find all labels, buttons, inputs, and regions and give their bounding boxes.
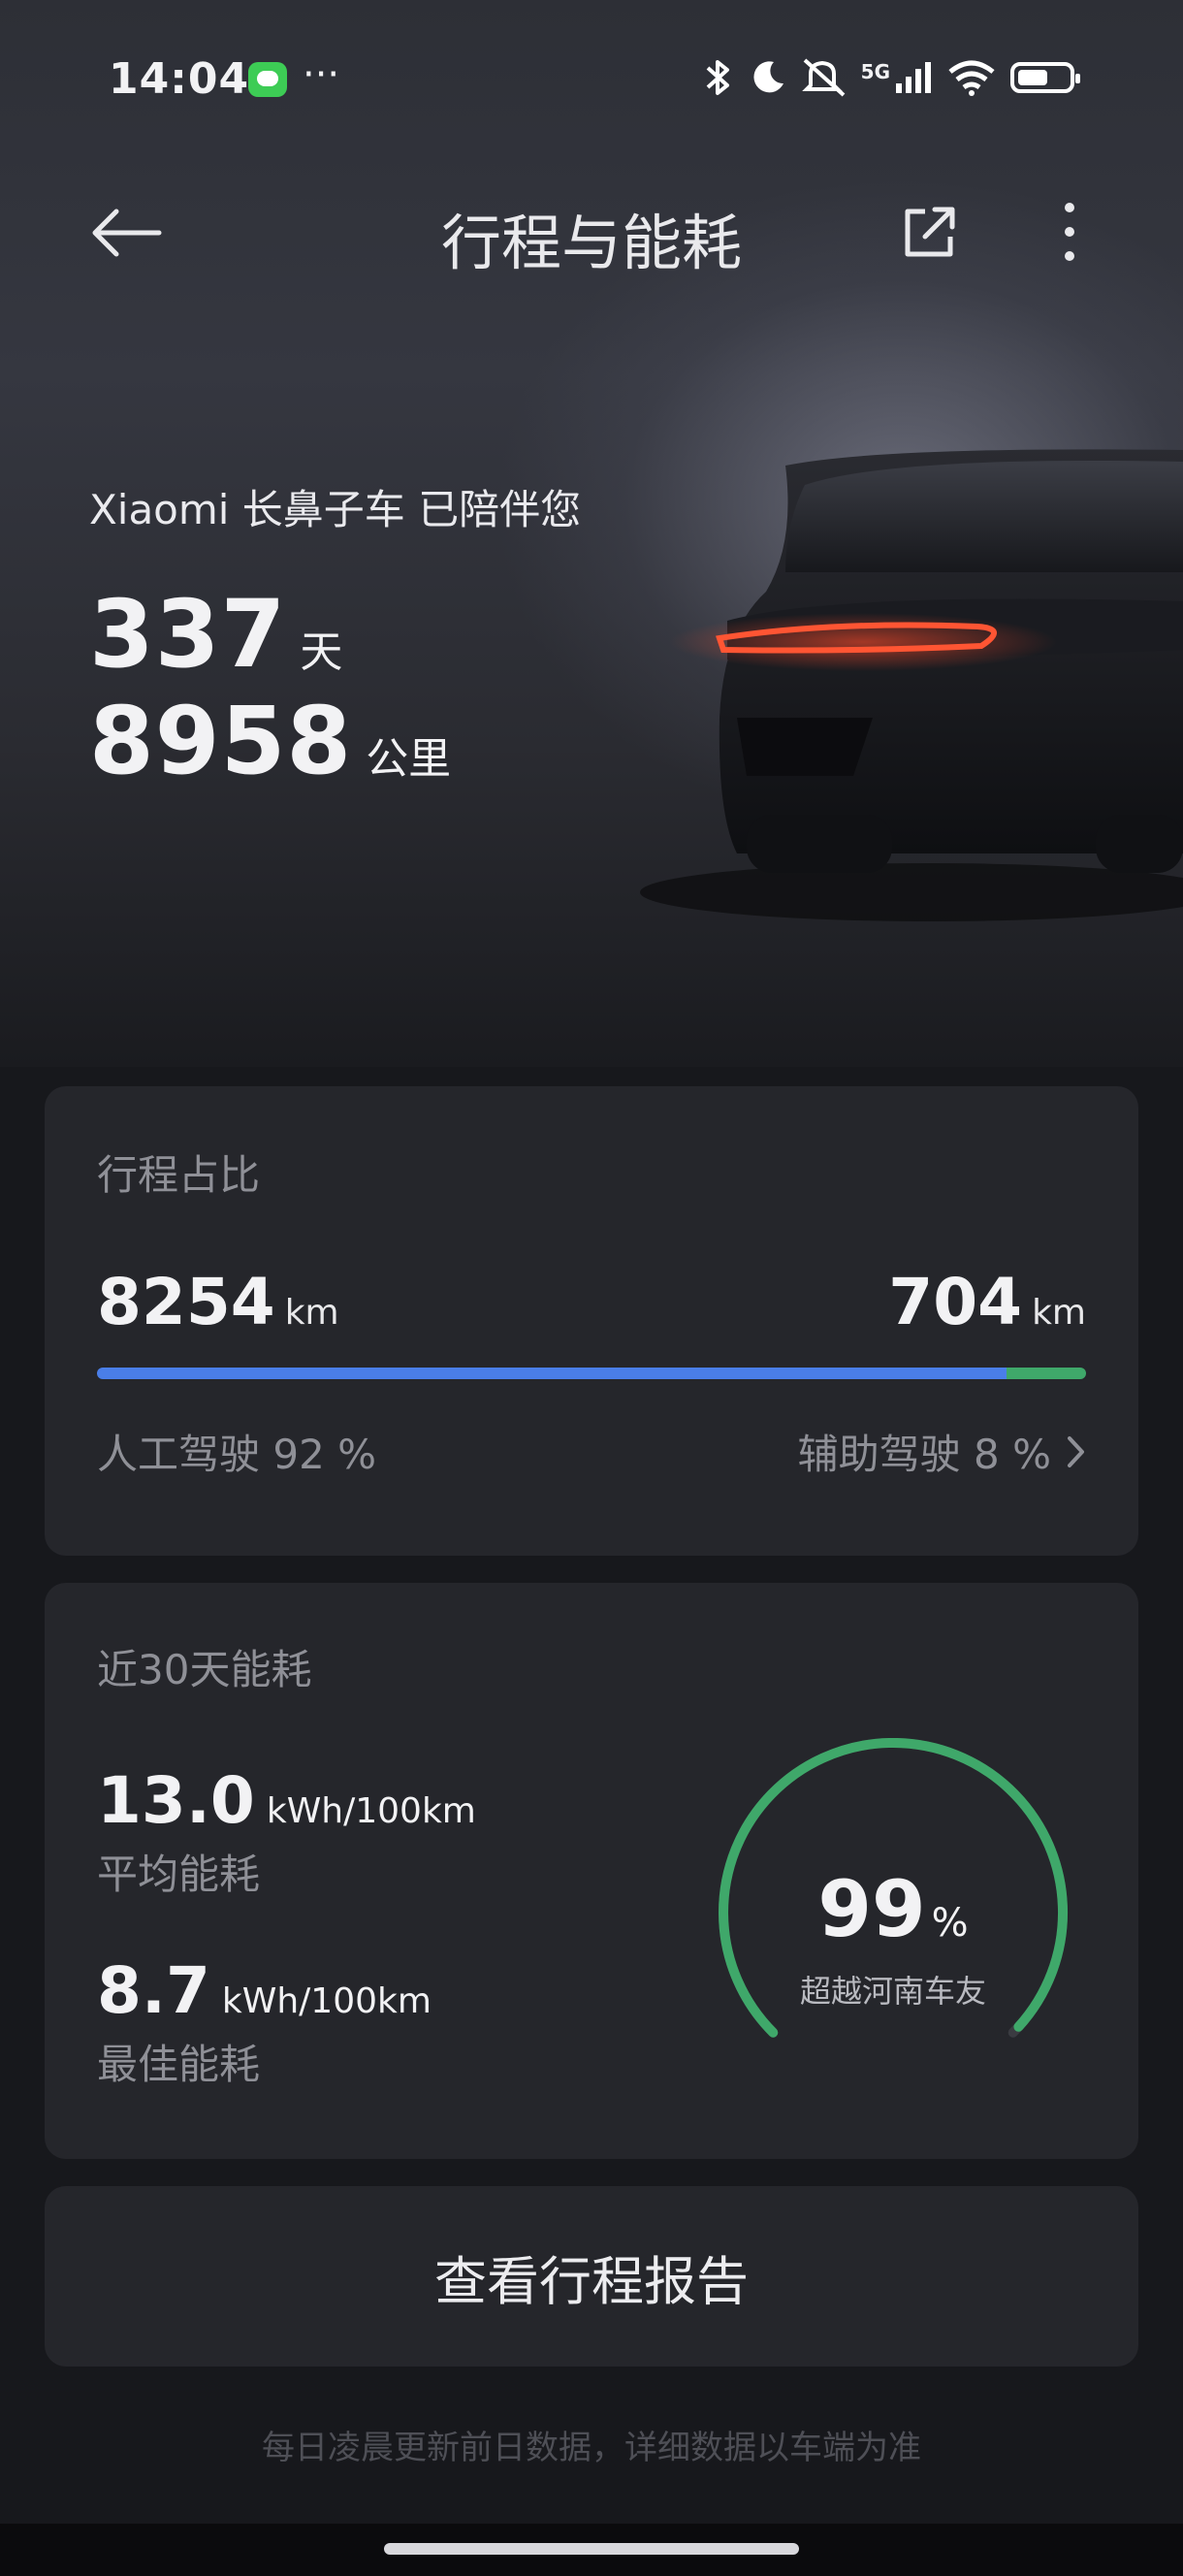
gauge-caption: 超越河南车友 [799,1973,986,2010]
assisted-ratio-segment [1007,1368,1086,1379]
mute-icon [801,58,845,97]
message-app-icon [248,62,287,97]
best-consumption-label: 最佳能耗 [97,2041,261,2088]
share-icon[interactable] [900,204,958,262]
manual-ratio-segment [97,1368,1007,1379]
days-stat: 337 天 [89,580,342,689]
average-consumption: 13.0 kWh/100km 平均能耗 [97,1763,476,1901]
energy-card[interactable]: 近30天能耗 13.0 kWh/100km 平均能耗 8.7 kWh/100km… [45,1583,1138,2159]
distance-stat: 8958 公里 [89,687,451,795]
gauge-percent-value: 99 [817,1864,926,1954]
energy-title: 近30天能耗 [97,1646,312,1693]
wifi-icon [948,60,995,96]
chevron-right-icon [1068,1435,1084,1467]
trip-ratio-card[interactable]: 行程占比 8254 km 704 km 人工驾驶 92 % 辅助驾驶 8 % [45,1086,1138,1556]
days-unit: 天 [300,628,343,677]
assisted-driving-label: 辅助驾驶 8 % [797,1431,1051,1478]
manual-distance: 8254 km [97,1265,339,1339]
trip-ratio-title: 行程占比 [97,1151,261,1199]
battery-icon [1010,62,1080,93]
status-time: 14:04 [109,54,250,104]
bluetooth-icon [706,60,729,95]
status-bar: 14:04 ··· 5G [0,50,1183,109]
network-type: 5G [860,60,890,83]
manual-driving-label: 人工驾驶 92 % [97,1431,377,1478]
distance-unit: 公里 [366,734,452,784]
average-consumption-value: 13.0 [97,1763,255,1838]
page-title: 行程与能耗 [440,208,742,278]
gauge-value: 99% [704,1864,1082,1954]
days-value: 337 [89,580,287,689]
back-arrow-icon[interactable] [87,206,165,260]
best-consumption: 8.7 kWh/100km 最佳能耗 [97,1953,432,2091]
nav-bar: 行程与能耗 [0,184,1183,281]
more-icon[interactable] [1057,200,1082,264]
assisted-km-unit: km [1032,1293,1086,1333]
more-notifications-icon: ··· [303,52,340,97]
average-consumption-unit: kWh/100km [266,1791,476,1831]
assisted-km-value: 704 [888,1265,1023,1339]
trip-ratio-bar [97,1368,1086,1379]
best-consumption-value: 8.7 [97,1953,210,2028]
distance-value: 8958 [89,687,353,795]
moon-icon [753,61,783,93]
home-indicator[interactable] [384,2543,799,2555]
view-trip-report-button[interactable]: 查看行程报告 [45,2186,1138,2367]
average-consumption-label: 平均能耗 [97,1851,261,1898]
status-icons: 5G [702,56,1080,99]
best-consumption-unit: kWh/100km [221,1981,432,2021]
cellular-signal-icon: 5G [861,60,933,95]
assisted-driving-link[interactable]: 辅助驾驶 8 % [798,1422,1086,1481]
manual-km-unit: km [284,1293,339,1333]
assisted-distance: 704 km [888,1265,1086,1339]
companion-intro: Xiaomi 长鼻子车 已陪伴您 [89,486,582,533]
data-update-note: 每日凌晨更新前日数据，详细数据以车端为准 [262,2429,921,2467]
manual-km-value: 8254 [97,1265,275,1339]
car-rear-image [640,449,1183,921]
gauge-percent-unit: % [931,1901,969,1946]
